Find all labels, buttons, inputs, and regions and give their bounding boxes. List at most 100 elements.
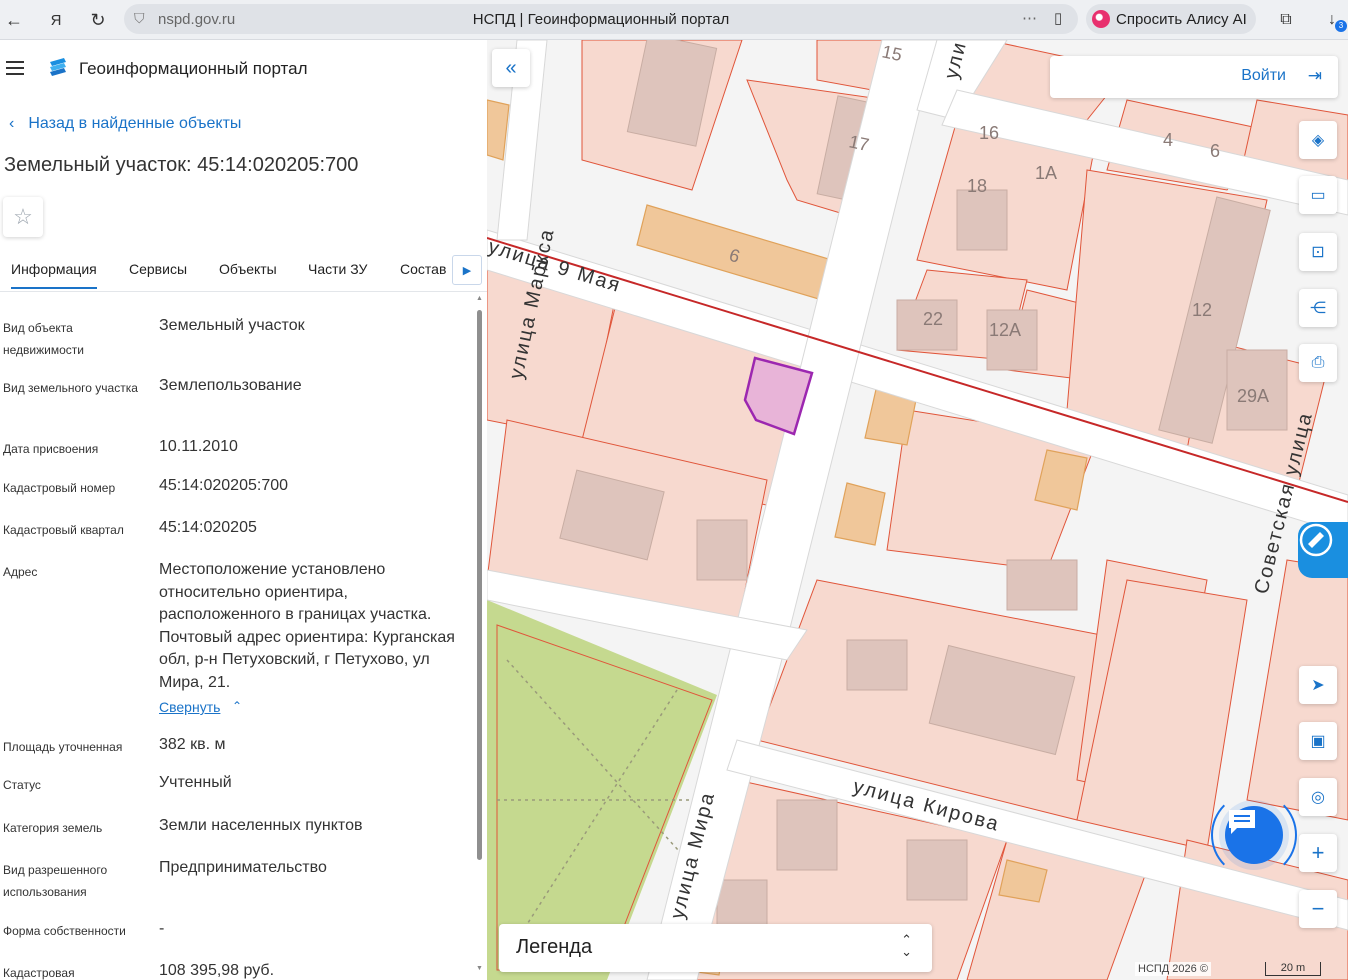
legend-label: Легенда [516,936,593,958]
svg-text:4: 4 [1163,130,1173,150]
bookmark-icon[interactable]: ▯ [1054,9,1062,27]
yandex-icon[interactable]: Я [42,6,70,34]
label-land-category: Категория земель [3,821,103,835]
value-cadastral-value: 108 395,98 руб. [159,962,275,979]
logo-icon [47,56,69,83]
zoom-out-button[interactable]: − [1299,890,1337,928]
chevron-up-icon[interactable]: ⌃ [232,699,242,713]
layers-icon: ◈ [1311,132,1325,149]
double-chevron-left-icon: « [505,56,517,79]
scroll-thumb[interactable] [477,310,482,860]
value-land-type: Землепользование [159,377,302,394]
app-title: Геоинформационный портал [79,59,308,78]
locate-button[interactable]: ➤ [1299,666,1337,704]
expand-icon[interactable]: ⌃ ⌄ [901,933,912,958]
back-to-results-link[interactable]: ‹ Назад в найденные объекты [9,115,241,133]
scale-bar: 20 m [1265,962,1321,976]
star-icon: ☆ [13,204,33,229]
back-arrow-icon[interactable]: ← [0,6,28,34]
collapse-panel-button[interactable]: « [492,49,530,87]
favorite-star-button[interactable]: ☆ [3,197,43,237]
share-button[interactable]: ⋲ [1299,289,1337,327]
tab-composition[interactable]: Состав [400,261,446,277]
legend-panel[interactable]: Легенда ⌃ ⌄ [499,924,932,972]
ruler-button[interactable]: ▭ [1299,176,1337,214]
more-icon[interactable]: ⋯ [1022,9,1037,27]
downloads-icon[interactable]: ↓ 3 [1318,6,1347,34]
label-cadastral-number: Кадастровый номер [3,481,116,495]
minus-icon: − [1311,896,1325,921]
value-land-category: Земли населенных пунктов [159,817,363,834]
tab-information[interactable]: Информация [11,261,97,289]
area-select-icon: ⊡ [1311,244,1325,261]
tab-services[interactable]: Сервисы [129,261,187,277]
alisa-icon [1092,10,1110,28]
chevron-left-icon: ‹ [9,115,15,132]
value-permitted-use: Предпринимательство [159,859,327,876]
tabs-next-button[interactable]: ▶ [452,255,482,285]
value-ownership: - [159,920,165,937]
feedback-icon [1299,523,1333,557]
downloads-badge: 3 [1335,20,1347,32]
layers-button[interactable]: ◈ [1299,121,1337,159]
value-assign-date: 10.11.2010 [159,438,238,455]
reload-icon[interactable]: ↻ [84,6,112,34]
value-cadastral-number: 45:14:020205:700 [159,477,289,494]
browser-toolbar: ← Я ↻ ⛉ nspd.gov.ru НСПД | Геоинформацио… [0,0,1348,40]
copyright: НСПД 2026 © [1135,962,1211,976]
page-title: НСПД | Геоинформационный портал [472,11,730,28]
print-icon: ⎙ [1311,354,1325,371]
plus-icon: + [1311,840,1325,865]
map-view[interactable]: улица 9 Мая улица Маркса улица Мира улиц… [487,40,1348,980]
back-link-label: Назад в найденные объекты [28,115,242,132]
object-info-panel: Геоинформационный портал ‹ Назад в найде… [0,40,487,980]
label-cadastral-quarter: Кадастровый квартал [3,523,124,537]
login-button[interactable]: Войти ⇥ [1050,56,1338,98]
value-area: 382 кв. м [159,736,226,753]
alisa-button[interactable]: Спросить Алису AI [1086,4,1256,34]
svg-text:12А: 12А [989,320,1021,340]
chevron-right-icon: ▶ [462,264,472,277]
object-title: Земельный участок: 45:14:020205:700 [4,154,359,176]
label-assign-date: Дата присвоения [3,442,99,456]
side-widget[interactable] [1298,522,1348,578]
zoom-in-button[interactable]: + [1299,834,1337,872]
print-button[interactable]: ⎙ [1299,344,1337,382]
value-object-type: Земельный участок [159,317,305,334]
svg-text:1А: 1А [1035,163,1057,183]
label-land-type: Вид земельного участка [3,381,138,395]
login-icon: ⇥ [1307,66,1322,85]
svg-text:6: 6 [1210,141,1220,161]
label-area: Площадь уточненная [3,740,123,754]
tab-objects[interactable]: Объекты [219,261,277,277]
svg-text:29А: 29А [1237,386,1269,406]
extensions-icon[interactable]: ⧉ [1272,6,1300,34]
ruler-icon: ▭ [1310,187,1326,204]
svg-text:18: 18 [967,176,987,196]
area-select-button[interactable]: ⊡ [1299,233,1337,271]
collapse-link[interactable]: Свернуть [159,699,220,715]
svg-text:12: 12 [1192,300,1212,320]
label-cadastral-value: Кадастровая [3,966,75,980]
scrollbar[interactable]: ▲ ▼ [474,295,484,980]
navigation-icon: ➤ [1311,677,1325,694]
value-status: Учтенный [159,774,232,791]
label-address: Адрес [3,565,38,579]
label-permitted-use: Вид разрешенного использования [3,863,108,899]
svg-text:16: 16 [979,123,999,143]
address-bar[interactable]: ⛉ nspd.gov.ru НСПД | Геоинформационный п… [124,4,1078,34]
svg-text:17: 17 [847,131,871,155]
value-address: Местоположение установлено относительно … [159,561,455,691]
svg-text:15: 15 [880,41,904,65]
chat-button[interactable] [1225,806,1283,864]
label-object-type: Вид объекта недвижимости [3,321,84,357]
svg-text:22: 22 [923,309,943,329]
search-location-button[interactable]: ◎ [1299,778,1337,816]
minimap-icon: ▣ [1310,733,1326,750]
alisa-label: Спросить Алису AI [1116,10,1247,28]
label-ownership: Форма собственности [3,924,126,938]
menu-icon[interactable] [6,61,24,75]
tab-parts[interactable]: Части ЗУ [308,261,367,277]
minimap-button[interactable]: ▣ [1299,722,1337,760]
share-icon: ⋲ [1310,300,1326,317]
